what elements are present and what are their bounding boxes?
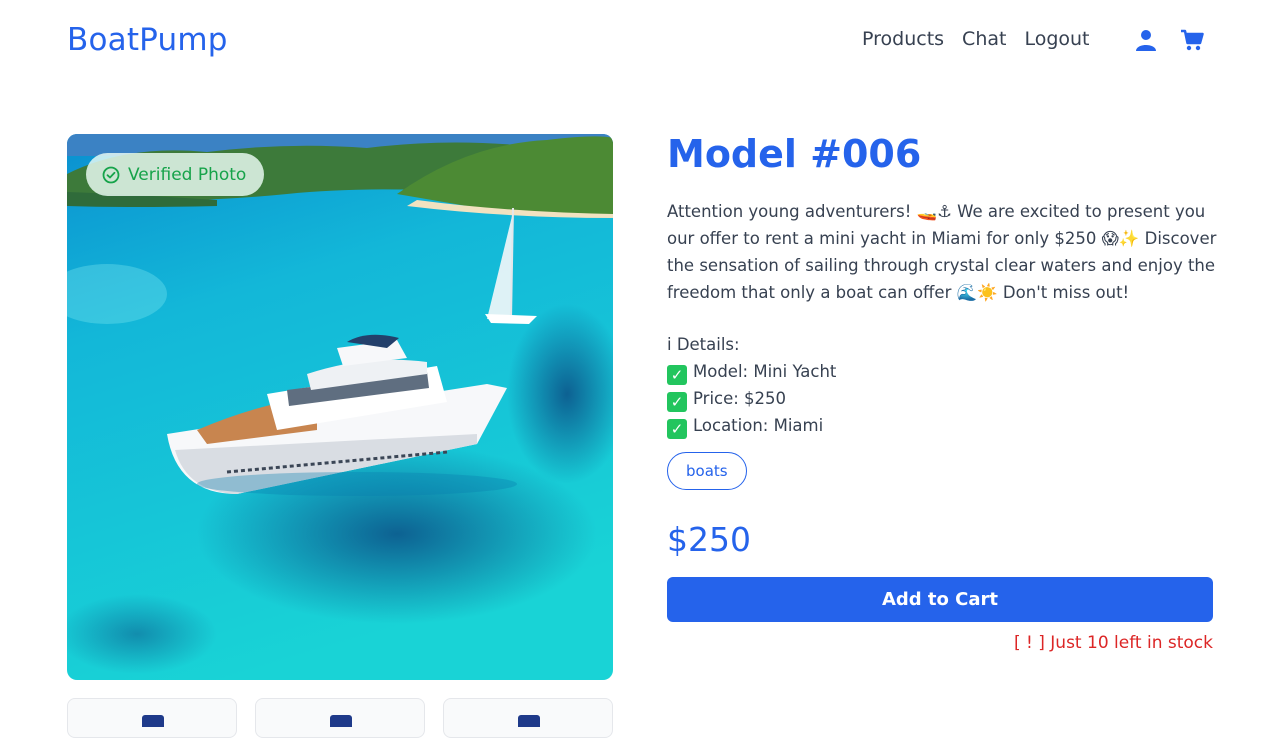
thumbnail-icon xyxy=(330,715,352,727)
thumbnail-2[interactable] xyxy=(255,698,425,738)
verified-photo-badge: Verified Photo xyxy=(86,153,265,196)
tag-boats[interactable]: boats xyxy=(667,452,747,490)
checkmark-icon: ✓ xyxy=(667,392,687,412)
verified-photo-label: Verified Photo xyxy=(128,164,247,185)
header-actions xyxy=(1134,28,1204,52)
thumbnail-icon xyxy=(142,715,164,727)
check-circle-icon xyxy=(102,166,120,183)
thumbnail-1[interactable] xyxy=(67,698,237,738)
stock-notice: [ ! ] Just 10 left in stock xyxy=(1014,633,1213,653)
cart-icon[interactable] xyxy=(1180,28,1204,52)
product-details: i Details: ✓ Model: Mini Yacht ✓ Price: $2… xyxy=(667,331,1217,439)
checkmark-icon: ✓ xyxy=(667,419,687,439)
detail-item: ✓ Price: $250 xyxy=(667,385,1217,412)
details-heading: i Details: xyxy=(667,335,740,354)
product-title: Model #006 xyxy=(667,132,922,176)
detail-item: ✓ Location: Miami xyxy=(667,412,1217,439)
product-price: $250 xyxy=(667,520,751,559)
product-image: Verified Photo xyxy=(67,134,613,680)
checkmark-icon: ✓ xyxy=(667,365,687,385)
nav-link-chat[interactable]: Chat xyxy=(962,28,1006,50)
thumbnail-row xyxy=(67,698,613,738)
product-description: Attention young adventurers! 🚤⚓ We are e… xyxy=(667,202,1217,302)
detail-model: Model: Mini Yacht xyxy=(693,362,837,381)
detail-item: ✓ Model: Mini Yacht xyxy=(667,358,1217,385)
nav-link-products[interactable]: Products xyxy=(862,28,944,50)
add-to-cart-button[interactable]: Add to Cart xyxy=(667,577,1213,622)
site-header: BoatPump Products Chat Logout xyxy=(0,0,1280,84)
detail-location: Location: Miami xyxy=(693,416,824,435)
site-logo[interactable]: BoatPump xyxy=(67,22,228,58)
thumbnail-icon xyxy=(518,715,540,727)
nav-link-logout[interactable]: Logout xyxy=(1024,28,1089,50)
main-nav: Products Chat Logout xyxy=(862,28,1090,50)
thumbnail-3[interactable] xyxy=(443,698,613,738)
yacht-photo xyxy=(67,134,613,680)
detail-price: Price: $250 xyxy=(693,389,787,408)
user-icon[interactable] xyxy=(1134,28,1158,52)
